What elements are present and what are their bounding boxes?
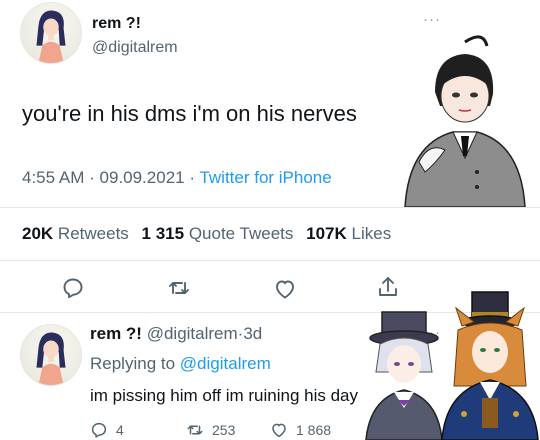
like-count: 1 868 [296, 422, 332, 438]
reply-icon [91, 422, 107, 438]
likes-stat[interactable]: 107K Likes [306, 224, 391, 243]
reply-text: im pissing him off im ruining his day [90, 386, 359, 405]
share-icon [379, 277, 397, 296]
retweet-count: 253 [212, 422, 236, 438]
reply-count: 4 [116, 422, 124, 438]
retweet-icon [187, 425, 203, 435]
tweet-meta: 4:55 AM · 09.09.2021 · Twitter for iPhon… [22, 168, 332, 188]
engagement-stats: 20K Retweets 1 315 Quote Tweets 107K Lik… [22, 224, 391, 244]
like-button[interactable] [273, 277, 297, 301]
retweet-icon [169, 282, 189, 294]
retweets-stat[interactable]: 20K Retweets [22, 224, 129, 243]
replying-to-line: Replying to @digitalrem [90, 354, 271, 374]
retweets-label: Retweets [57, 224, 129, 243]
character-sticker-butler [404, 35, 526, 207]
avatar[interactable] [20, 324, 82, 386]
tweet-date[interactable]: 09.09.2021 [100, 168, 185, 187]
character-sticker-fox-top-hat [441, 291, 539, 440]
likes-count: 107K [306, 224, 347, 243]
replying-to-label: Replying to [90, 354, 176, 373]
quote-tweets-count: 1 315 [141, 224, 185, 243]
quote-tweets-stat[interactable]: 1 315 Quote Tweets [142, 224, 294, 243]
reply-icon [63, 278, 83, 299]
tweet-time[interactable]: 4:55 AM [22, 168, 84, 187]
reply-handle[interactable]: @digitalrem [147, 324, 238, 343]
tweet-text: you're in his dms i'm on his nerves [22, 101, 357, 126]
avatar[interactable] [20, 2, 82, 64]
retweet-button[interactable] [167, 276, 191, 300]
display-name[interactable]: rem ?! [92, 15, 141, 33]
divider [0, 207, 540, 208]
reply-retweet-button[interactable]: 253 [186, 420, 235, 440]
reply-like-button[interactable]: 1 868 [270, 420, 331, 440]
reply-display-name[interactable]: rem ?! [90, 324, 142, 343]
reply-age[interactable]: 3d [243, 324, 262, 343]
heart-icon [272, 423, 286, 438]
share-button[interactable] [376, 275, 400, 299]
heart-icon [276, 280, 294, 299]
meta-separator: · [89, 168, 95, 187]
meta-separator: · [189, 168, 196, 187]
likes-label: Likes [351, 224, 392, 243]
retweets-count: 20K [22, 224, 54, 243]
tweet-source[interactable]: Twitter for iPhone [199, 168, 331, 187]
divider [0, 260, 540, 261]
reply-header: rem ?! @digitalrem·3d [90, 324, 262, 344]
quote-tweets-label: Quote Tweets [188, 224, 294, 243]
handle[interactable]: @digitalrem [92, 39, 178, 57]
reply-reply-button[interactable]: 4 [90, 420, 124, 440]
reply-button[interactable] [61, 276, 85, 300]
more-horizontal-icon[interactable]: ··· [423, 11, 441, 28]
character-sticker-top-hat-silver [365, 311, 443, 440]
replying-to-mention[interactable]: @digitalrem [180, 354, 271, 373]
